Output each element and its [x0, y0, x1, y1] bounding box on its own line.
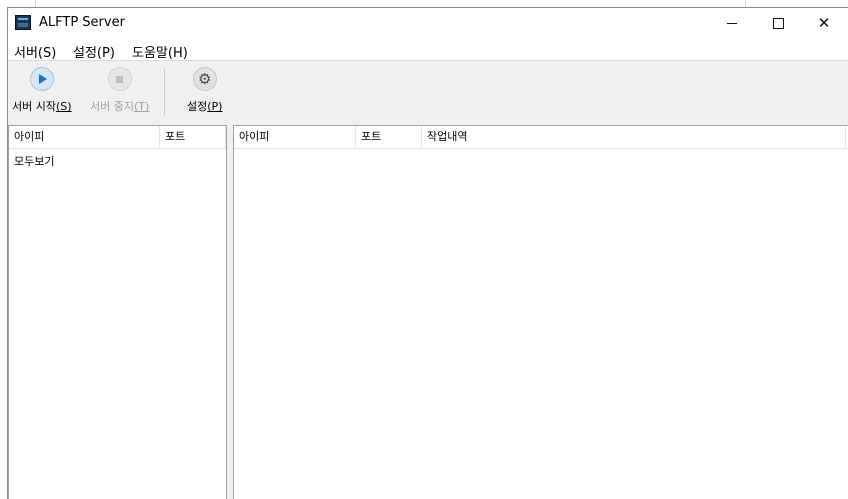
gear-icon: ⚙: [192, 67, 217, 91]
maximize-icon: [772, 17, 784, 29]
column-ip[interactable]: 아이피: [9, 126, 160, 148]
menu-help[interactable]: 도움말(H): [132, 42, 188, 61]
start-server-button[interactable]: 서버 시작(S): [12, 67, 72, 114]
background-desktop: [0, 0, 848, 7]
column-ip[interactable]: 아이피: [234, 126, 356, 148]
maximize-button[interactable]: [755, 8, 801, 38]
close-icon: ✕: [817, 14, 831, 32]
toolbar-separator: [164, 69, 165, 115]
column-port[interactable]: 포트: [160, 126, 226, 148]
settings-button[interactable]: ⚙ 설정(P): [187, 67, 222, 114]
close-button[interactable]: ✕: [801, 8, 847, 38]
window-title: ALFTP Server: [39, 15, 125, 30]
menu-server[interactable]: 서버(S): [14, 42, 56, 61]
connection-list[interactable]: 아이피 포트 모두보기: [8, 125, 227, 499]
activity-list[interactable]: 아이피 포트 작업내역: [233, 125, 848, 499]
list-header: 아이피 포트: [9, 126, 226, 149]
column-port[interactable]: 포트: [356, 126, 422, 148]
app-window: ALFTP Server ✕ 서버(S) 설정(P) 도움말(H) 서버 시작(…: [7, 7, 848, 499]
background-divider: [35, 0, 36, 7]
list-header: 아이피 포트 작업내역: [234, 126, 848, 149]
stop-server-label: 서버 중지(T): [90, 100, 150, 113]
start-server-label: 서버 시작(S): [12, 100, 72, 113]
stop-server-button[interactable]: 서버 중지(T): [90, 67, 149, 114]
play-icon: [29, 67, 54, 91]
toolbar: 서버 시작(S) 서버 중지(T) ⚙ 설정(P): [8, 60, 848, 126]
app-icon: [15, 15, 31, 30]
background-divider: [745, 0, 746, 7]
column-activity[interactable]: 작업내역: [422, 126, 846, 148]
minimize-icon: [727, 22, 737, 24]
list-item-show-all[interactable]: 모두보기: [9, 153, 226, 171]
menu-settings[interactable]: 설정(P): [73, 42, 115, 61]
stop-icon: [107, 67, 132, 91]
minimize-button[interactable]: [709, 8, 755, 38]
menu-bar: 서버(S) 설정(P) 도움말(H): [8, 38, 848, 61]
settings-label: 설정(P): [187, 100, 223, 113]
title-bar[interactable]: ALFTP Server ✕: [8, 8, 848, 38]
